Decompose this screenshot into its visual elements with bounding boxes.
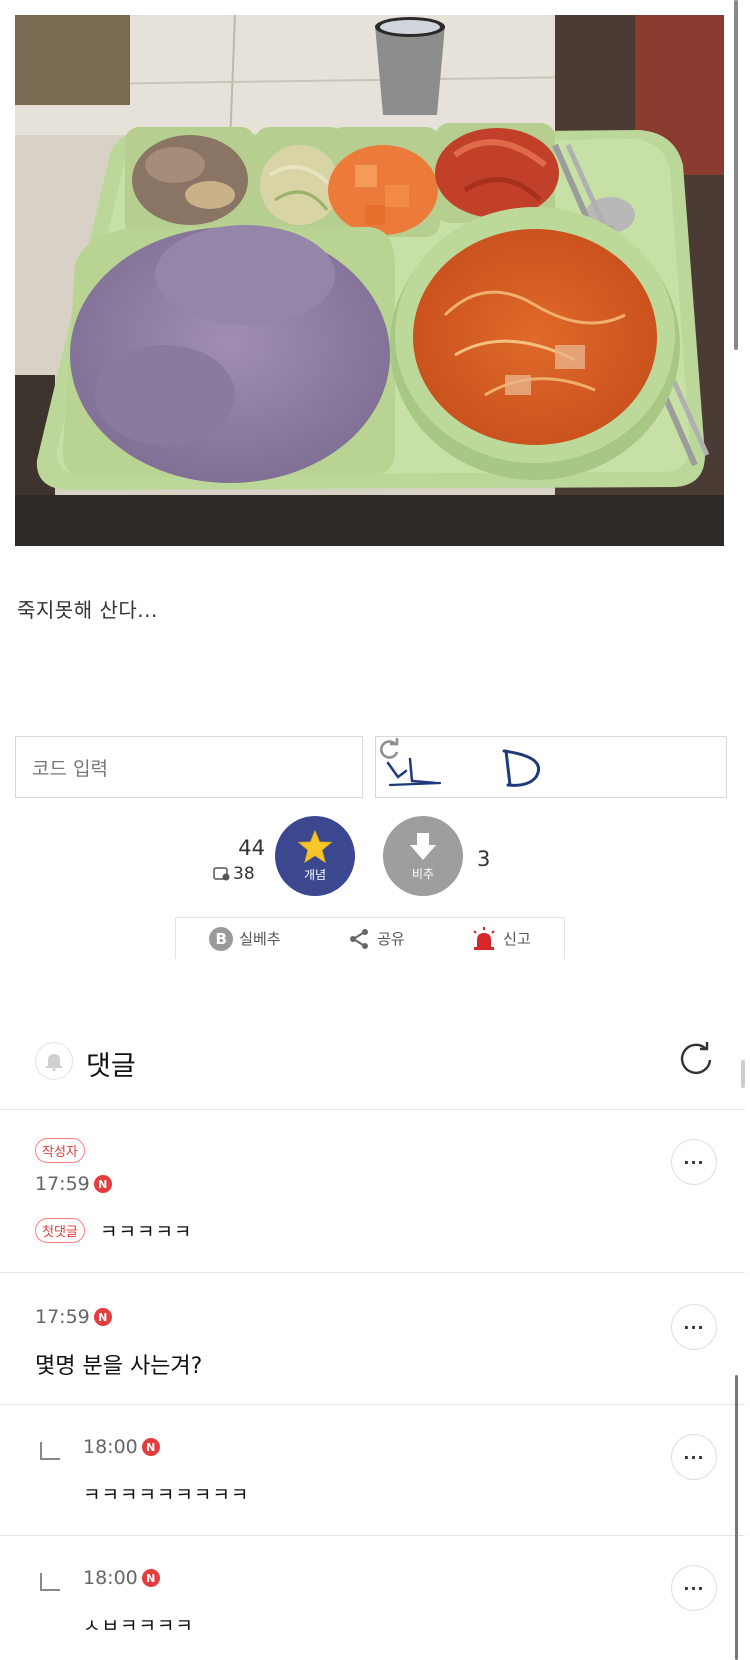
report-label: 신고: [503, 930, 531, 948]
comment-time: 17:59 N: [35, 1306, 112, 1328]
scroll-marker: [741, 1060, 745, 1088]
comment-text: ㅅㅂㅋㅋㅋㅋ: [83, 1615, 194, 1637]
comment-time-text: 18:00: [83, 1567, 138, 1589]
page-scrollbar[interactable]: [735, 1375, 738, 1660]
comment-time-text: 18:00: [83, 1436, 138, 1458]
fixed-upvote-count: 38: [213, 864, 255, 884]
share-icon: [350, 928, 369, 949]
comment-time-text: 17:59: [35, 1306, 90, 1328]
downvote-button[interactable]: 비추: [383, 816, 463, 896]
post-image[interactable]: [15, 15, 724, 546]
comments-header: 댓글: [0, 1020, 745, 1110]
reply-item: 18:00 N ㅅㅂㅋㅋㅋㅋ ···: [0, 1537, 745, 1660]
first-comment-badge: 첫댓글: [35, 1218, 85, 1243]
downvote-label: 비추: [411, 866, 435, 881]
fixed-user-icon: [213, 867, 230, 881]
captcha-code-input[interactable]: 코드 입력: [15, 736, 363, 798]
page-scrollbar-top[interactable]: [734, 0, 738, 350]
comment-text: ㅋㅋㅋㅋㅋㅋㅋㅋㅋ: [83, 1484, 250, 1506]
reply-item: 18:00 N ㅋㅋㅋㅋㅋㅋㅋㅋㅋ ···: [0, 1406, 745, 1536]
bell-icon: [46, 1054, 62, 1071]
fixed-upvote-value: 38: [233, 864, 255, 884]
downvote-count: 3: [477, 847, 491, 871]
new-badge-icon: N: [93, 1175, 112, 1193]
siren-icon: [473, 926, 495, 950]
best-recommend-button[interactable]: B 실베추: [209, 926, 281, 951]
new-badge-icon: N: [93, 1308, 112, 1326]
new-badge-icon: N: [141, 1438, 160, 1456]
comment-item: 작성자 17:59 N 첫댓글 ㅋㅋㅋㅋㅋ ···: [0, 1111, 745, 1273]
post-action-bar: B 실베추 공유 신고: [175, 917, 565, 959]
refresh-icon[interactable]: [676, 1040, 716, 1080]
star-icon: [297, 829, 333, 863]
best-recommend-label: 실베추: [239, 930, 281, 948]
upvote-count: 44: [238, 836, 265, 860]
comment-text: ㅋㅋㅋㅋㅋ: [100, 1221, 193, 1243]
comments-title: 댓글: [86, 1051, 136, 1082]
share-label: 공유: [377, 930, 405, 948]
comment-text: 몇명 분을 사는겨?: [35, 1354, 203, 1379]
upvote-label: 개념: [303, 867, 327, 882]
comment-item: 17:59 N 몇명 분을 사는겨? ···: [0, 1274, 745, 1405]
share-button[interactable]: 공유: [347, 927, 405, 951]
arrow-down-icon: [410, 832, 436, 860]
comment-time-text: 17:59: [35, 1173, 90, 1195]
more-options-button[interactable]: ···: [671, 1139, 717, 1185]
writer-badge: 작성자: [35, 1138, 85, 1163]
more-options-button[interactable]: ···: [671, 1565, 717, 1611]
captcha-refresh-icon[interactable]: [376, 737, 402, 763]
comment-time: 18:00 N: [83, 1436, 160, 1458]
new-badge-icon: N: [141, 1569, 160, 1587]
post-caption: 죽지못해 산다...: [17, 598, 158, 622]
reply-indicator-icon: [40, 1573, 60, 1591]
upvote-button[interactable]: 개념: [275, 816, 355, 896]
report-button[interactable]: 신고: [471, 926, 531, 951]
comment-time: 17:59 N: [35, 1173, 112, 1195]
more-options-button[interactable]: ···: [671, 1304, 717, 1350]
b-badge-icon: B: [209, 926, 234, 951]
comment-alert-button[interactable]: [35, 1042, 73, 1080]
reply-indicator-icon: [40, 1442, 60, 1460]
more-options-button[interactable]: ···: [671, 1434, 717, 1480]
comment-time: 18:00 N: [83, 1567, 160, 1589]
captcha-image: [375, 736, 727, 798]
